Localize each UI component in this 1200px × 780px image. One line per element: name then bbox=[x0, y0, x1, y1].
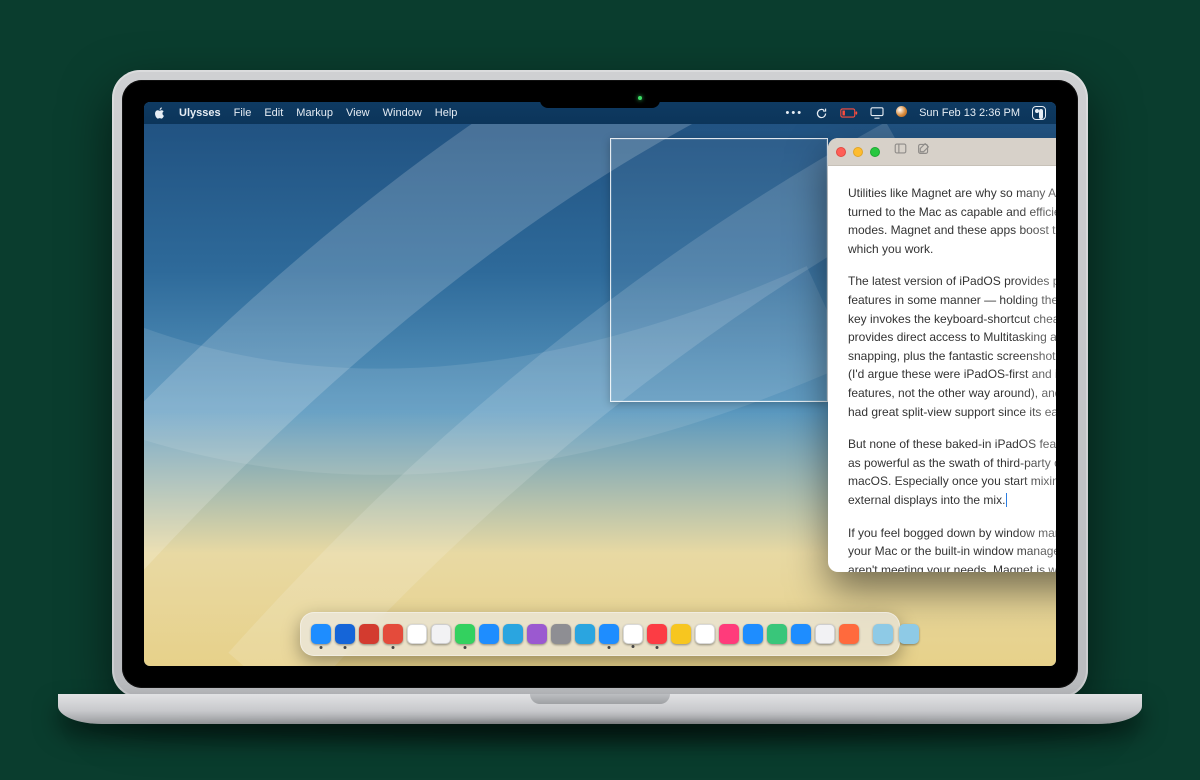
sync-icon[interactable] bbox=[815, 107, 828, 120]
dock-app-slack[interactable] bbox=[623, 624, 643, 644]
paragraph: If you feel bogged down by window manage… bbox=[848, 524, 1056, 573]
menu-view[interactable]: View bbox=[346, 107, 370, 119]
menu-file[interactable]: File bbox=[234, 107, 252, 119]
dock bbox=[300, 612, 900, 656]
menu-bar-clock[interactable]: Sun Feb 13 2:36 PM bbox=[919, 107, 1020, 119]
dock-app-mail[interactable] bbox=[791, 624, 811, 644]
camera-led bbox=[638, 96, 642, 100]
dock-app-timer[interactable] bbox=[695, 624, 715, 644]
compose-icon[interactable] bbox=[917, 142, 930, 161]
macbook-frame: Ulysses File Edit Markup View Window Hel… bbox=[112, 70, 1088, 730]
close-button[interactable] bbox=[836, 147, 846, 157]
dock-app-safari[interactable] bbox=[599, 624, 619, 644]
laptop-base bbox=[58, 694, 1142, 724]
dock-app-activity[interactable] bbox=[815, 624, 835, 644]
dock-app-terminal[interactable] bbox=[767, 624, 787, 644]
dock-app-windows[interactable] bbox=[575, 624, 595, 644]
dock-app-appstore[interactable] bbox=[743, 624, 763, 644]
ellipsis-icon[interactable]: ••• bbox=[786, 107, 804, 119]
dock-app-messages[interactable] bbox=[455, 624, 475, 644]
menu-help[interactable]: Help bbox=[435, 107, 458, 119]
display-notch bbox=[540, 90, 660, 108]
sidebar-toggle-icon[interactable] bbox=[894, 142, 907, 161]
menu-markup[interactable]: Markup bbox=[296, 107, 333, 119]
zoom-button[interactable] bbox=[870, 147, 880, 157]
window-traffic-lights[interactable] bbox=[836, 147, 880, 157]
laptop-lid: Ulysses File Edit Markup View Window Hel… bbox=[112, 70, 1088, 698]
battery-low-icon[interactable] bbox=[840, 108, 858, 118]
dock-folder-documents[interactable] bbox=[899, 624, 919, 644]
menu-window[interactable]: Window bbox=[383, 107, 422, 119]
app-name-menu[interactable]: Ulysses bbox=[179, 107, 221, 119]
editor-window[interactable]: Utilities like Magnet are why so many Ap… bbox=[828, 138, 1056, 572]
window-titlebar[interactable] bbox=[828, 138, 1056, 166]
dock-app-bee[interactable] bbox=[671, 624, 691, 644]
display-bezel: Ulysses File Edit Markup View Window Hel… bbox=[122, 80, 1078, 688]
dock-app-finder[interactable] bbox=[311, 624, 331, 644]
dock-app-music[interactable] bbox=[647, 624, 667, 644]
dock-app-pixelmator[interactable] bbox=[527, 624, 547, 644]
dock-app-analytics[interactable] bbox=[503, 624, 523, 644]
minimize-button[interactable] bbox=[853, 147, 863, 157]
paragraph: But none of these baked-in iPadOS featur… bbox=[848, 435, 1056, 509]
dock-app-notion[interactable] bbox=[407, 624, 427, 644]
apple-menu[interactable] bbox=[154, 107, 166, 119]
dock-app-acorn[interactable] bbox=[479, 624, 499, 644]
dock-app-craft[interactable] bbox=[839, 624, 859, 644]
editor-body[interactable]: Utilities like Magnet are why so many Ap… bbox=[828, 166, 1056, 572]
display-icon[interactable] bbox=[870, 107, 884, 119]
control-center-icon[interactable] bbox=[1032, 106, 1046, 120]
screen: Ulysses File Edit Markup View Window Hel… bbox=[144, 102, 1056, 666]
paragraph: The latest version of iPadOS provides pl… bbox=[848, 272, 1056, 421]
dock-app-1password[interactable] bbox=[335, 624, 355, 644]
agenda-status-icon[interactable] bbox=[896, 106, 907, 120]
dock-folder-downloads[interactable] bbox=[873, 624, 893, 644]
paragraph: Utilities like Magnet are why so many Ap… bbox=[848, 184, 1056, 258]
dock-app-settings[interactable] bbox=[551, 624, 571, 644]
dock-app-shortcuts[interactable] bbox=[719, 624, 739, 644]
dock-app-things[interactable] bbox=[359, 624, 379, 644]
window-snap-overlay bbox=[610, 138, 828, 402]
dock-app-reminders[interactable] bbox=[431, 624, 451, 644]
menu-edit[interactable]: Edit bbox=[264, 107, 283, 119]
dock-app-fantastical[interactable] bbox=[383, 624, 403, 644]
